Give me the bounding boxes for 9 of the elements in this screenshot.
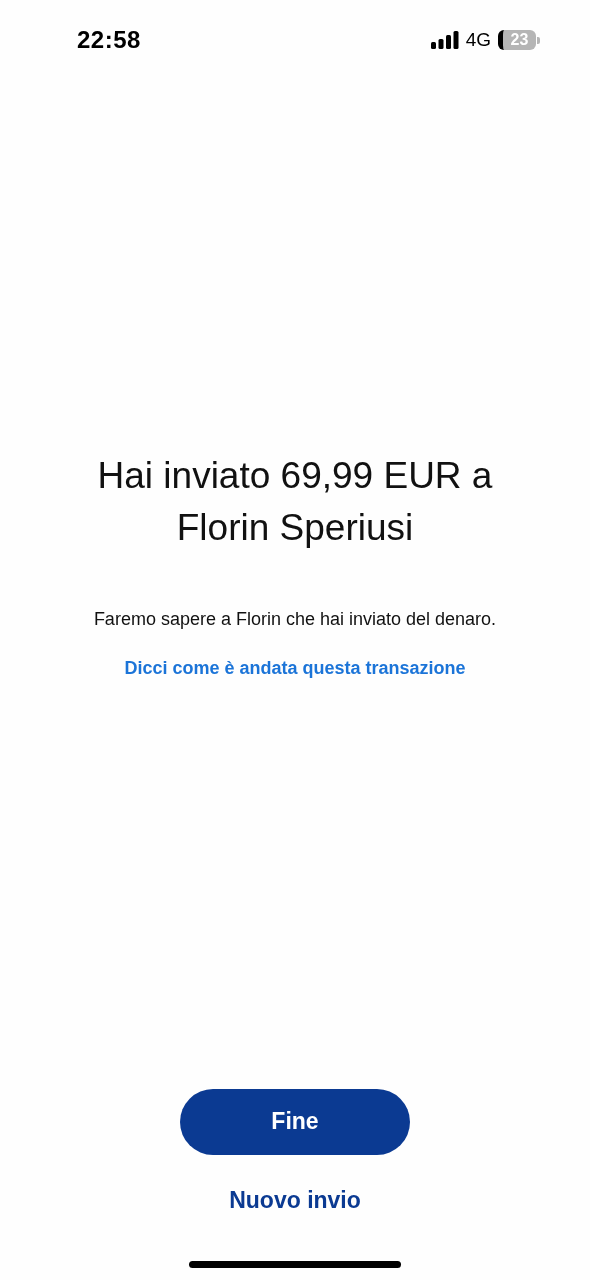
home-indicator[interactable] xyxy=(189,1261,401,1268)
feedback-link[interactable]: Dicci come è andata questa transazione xyxy=(124,654,466,682)
done-button[interactable]: Fine xyxy=(180,1088,410,1155)
confirmation-title: Hai inviato 69,99 EUR a Florin Speriusi xyxy=(96,454,494,550)
signal-icon xyxy=(430,31,459,49)
network-label: 4G xyxy=(465,27,491,52)
new-transfer-button[interactable]: Nuovo invio xyxy=(221,1178,369,1221)
clock-time: 22:58 xyxy=(77,25,141,55)
confirmation-message: Faremo sapere a Florin che hai inviato del denaro. xyxy=(93,607,497,631)
